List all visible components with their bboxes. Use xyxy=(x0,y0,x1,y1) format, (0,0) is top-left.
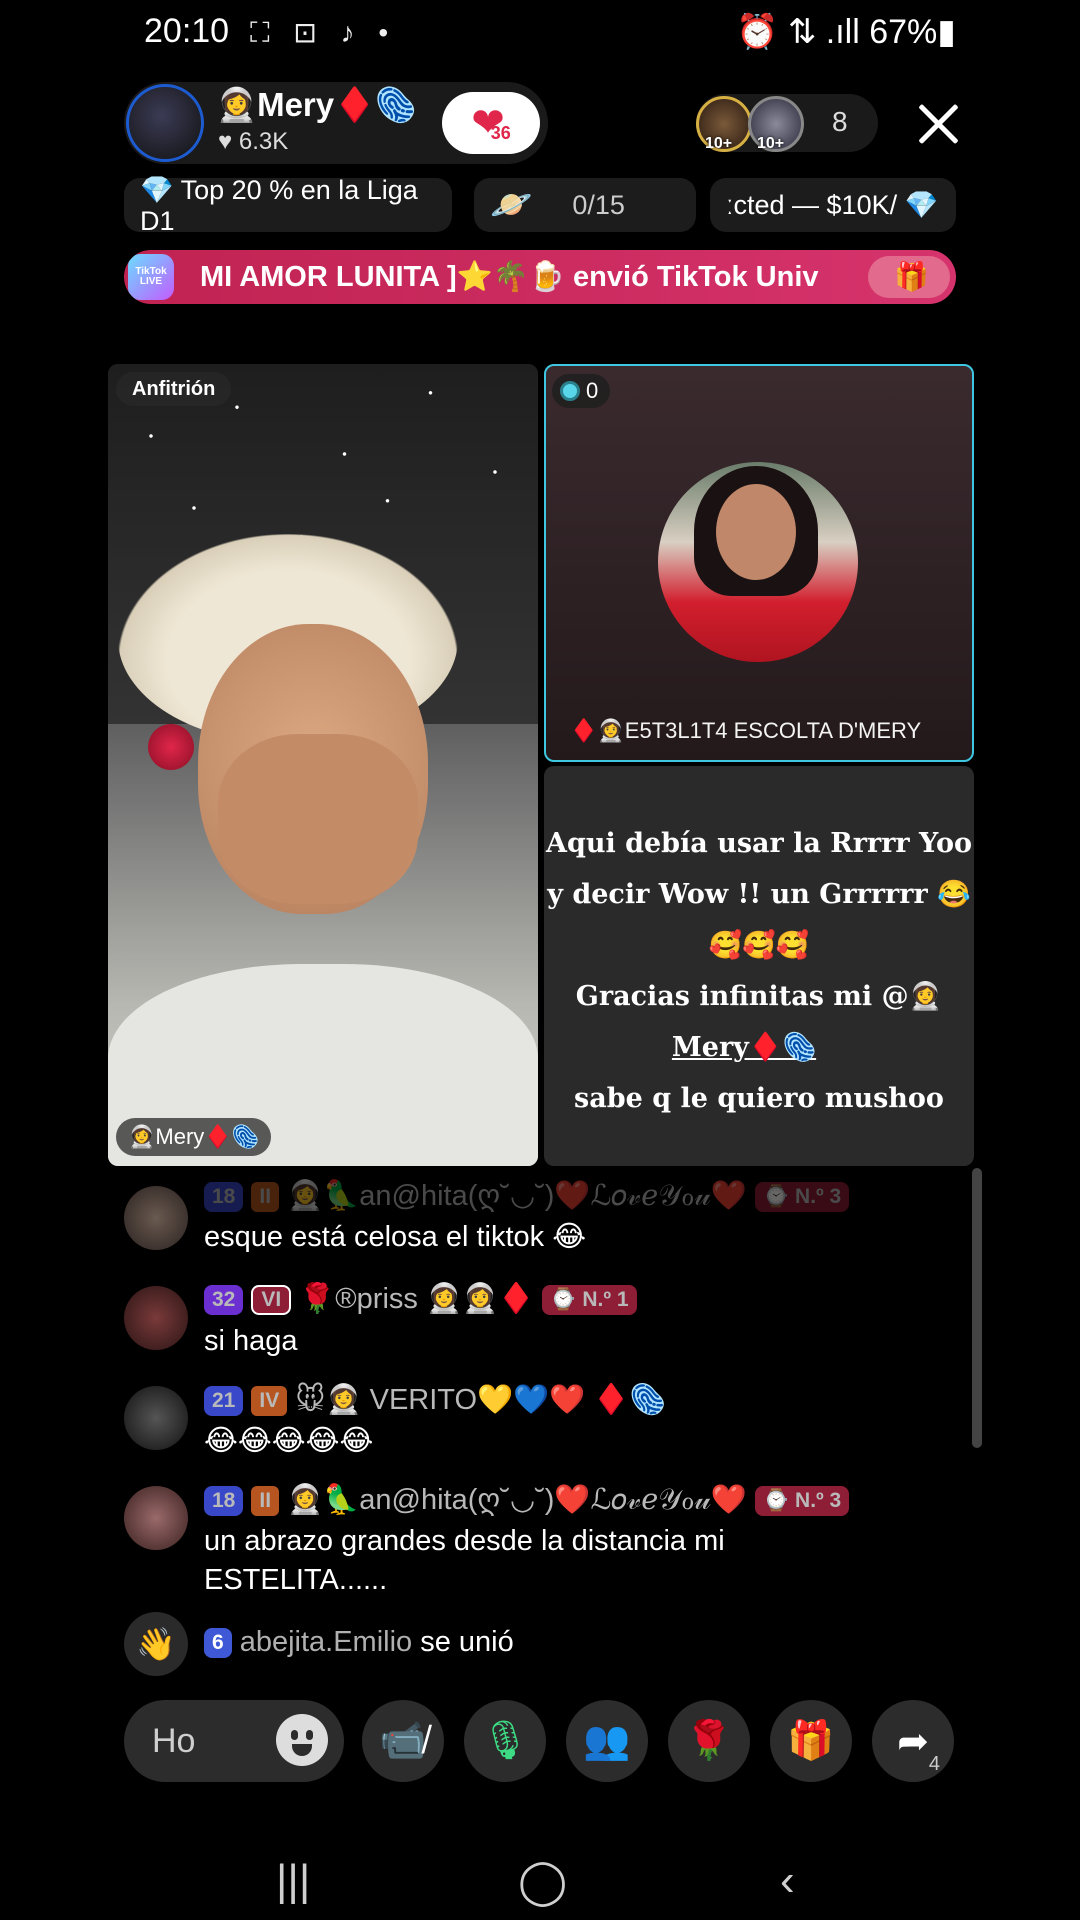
chat-avatar[interactable] xyxy=(124,1486,188,1550)
comment-input[interactable]: Ho xyxy=(124,1700,344,1782)
viewer-count[interactable]: 8 xyxy=(832,106,848,138)
join-text: 6 abejita.Emilio se unió xyxy=(204,1626,514,1659)
planet-progress: 0/15 xyxy=(572,189,625,220)
level-badge: 6 xyxy=(204,1628,232,1659)
level-badge: 18 xyxy=(204,1182,244,1213)
microphone-button[interactable]: 🎙 xyxy=(464,1700,546,1782)
recents-button[interactable]: ||| xyxy=(276,1856,310,1906)
host-avatar[interactable] xyxy=(126,84,204,162)
chat-scrollbar[interactable] xyxy=(972,1168,982,1448)
chat-meta: 21 IV 🐭👩‍🚀 VERITO💛💙❤️ ♦️🫆 xyxy=(204,1382,666,1417)
host-name-tag[interactable]: 👩‍🚀Mery♦️🫆 xyxy=(116,1118,272,1156)
level-badge: 18 xyxy=(204,1486,244,1517)
chat-text: esque está celosa el tiktok 😂 xyxy=(204,1221,587,1253)
system-status: ⏰ ⇅ .ıll 67%▮ xyxy=(736,13,956,51)
chat-meta: 18 II 👩‍🚀🦜an@hita(ღ˘◡˘)❤️ℒ𝑜𝓋ℯ𝒴ℴ𝓊❤️ ⌚ N.º 3 xyxy=(204,1482,857,1517)
tiktok-live-logo: TikTok LIVE xyxy=(128,254,174,300)
message-line: Gracias infinitas mi @👩‍🚀 xyxy=(575,981,943,1012)
guests-icon: 👥 xyxy=(583,1720,631,1762)
banner-gift-button[interactable]: 🎁 xyxy=(868,256,950,298)
chat-text: si haga xyxy=(204,1325,298,1357)
place-badge: ⌚ N.º 1 xyxy=(542,1285,637,1316)
top-viewer-avatar[interactable]: 10+ xyxy=(696,96,752,152)
guest-name[interactable]: ♦️👩‍🚀E5T3L1T4 ESCOLTA D'MERY xyxy=(570,718,921,744)
chat-text: un abrazo grandes desde la distancia mi … xyxy=(204,1525,725,1596)
rank-badge: IV xyxy=(251,1386,288,1417)
chat-username[interactable]: 🌹®priss 👩‍🚀👩‍🚀♦️ xyxy=(299,1283,534,1315)
share-button[interactable]: ➦ 4 xyxy=(872,1700,954,1782)
share-count: 4 xyxy=(928,1753,940,1775)
video-off-icon: 📹̸ xyxy=(379,1720,427,1762)
emoji-icon[interactable] xyxy=(276,1714,328,1766)
wave-icon: 👋 xyxy=(124,1612,188,1676)
banner-text: MI AMOR LUNITA ]⭐🌴🍺 envió TikTok Univ xyxy=(200,261,819,293)
host-video[interactable] xyxy=(108,364,538,1166)
message-line: Aqui debía usar la Rrrrr Yoo xyxy=(546,828,972,859)
chat-username[interactable]: 👩‍🚀🦜an@hita(ღ˘◡˘)❤️ℒ𝑜𝓋ℯ𝒴ℴ𝓊❤️ xyxy=(287,1180,747,1212)
chat-avatar[interactable] xyxy=(124,1386,188,1450)
guests-button[interactable]: 👥 xyxy=(566,1700,648,1782)
mic-icon: 🎙 xyxy=(480,1720,530,1762)
rank-badge: II xyxy=(251,1486,280,1517)
planet-icon: 🪐 xyxy=(490,186,533,224)
follow-heart-button[interactable]: ❤ 36 xyxy=(442,92,540,154)
level-badge: 32 xyxy=(204,1285,244,1316)
score-icon xyxy=(560,381,580,401)
clock: 20:10 xyxy=(144,12,230,50)
gift-icon: 🎁 xyxy=(894,261,929,292)
guest-score: 0 xyxy=(552,374,611,408)
league-rank-pill[interactable]: 💎 Top 20 % en la Liga D1 xyxy=(124,175,452,236)
flower xyxy=(148,724,194,770)
gift-icon: 🎁 xyxy=(787,1720,835,1762)
chat-meta: 32 VI 🌹®priss 👩‍🚀👩‍🚀♦️ ⌚ N.º 1 xyxy=(204,1282,645,1316)
level-badge: 21 xyxy=(204,1386,244,1417)
host-tag: Anfitrión xyxy=(116,372,232,406)
chat-username[interactable]: 🐭👩‍🚀 VERITO💛💙❤️ ♦️🫆 xyxy=(295,1384,665,1416)
rank-badge: VI xyxy=(251,1285,292,1316)
host-hand xyxy=(218,734,418,904)
planet-goal-pill[interactable]: 🪐 0/15 xyxy=(474,178,696,232)
back-button[interactable]: ‹ xyxy=(780,1856,795,1906)
message-mention[interactable]: Mery♦️🫆 xyxy=(544,1022,944,1073)
heart-count: 36 xyxy=(490,122,511,143)
place-badge: ⌚ N.º 3 xyxy=(755,1182,850,1213)
place-badge: ⌚ N.º 3 xyxy=(755,1486,850,1517)
message-line: y decir Wow !! un Grrrrrr 😂 xyxy=(547,879,971,910)
collection-goal-pill[interactable]: ːcted — $10K/ 💎 xyxy=(710,178,956,232)
chat-text: 😂😂😂😂😂 xyxy=(204,1425,374,1457)
rose-icon: 🌹 xyxy=(685,1720,733,1762)
message-line: sabe q le quiero mushoo xyxy=(574,1083,944,1114)
gift-button[interactable]: 🎁 xyxy=(770,1700,852,1782)
close-icon[interactable] xyxy=(914,100,962,148)
comment-placeholder: Ho xyxy=(152,1722,196,1760)
chat-avatar[interactable] xyxy=(124,1286,188,1350)
camera-off-button[interactable]: 📹̸ xyxy=(362,1700,444,1782)
guest-face xyxy=(716,484,796,580)
notification-icons: ⛶ ⊡ ♪ • xyxy=(250,17,397,48)
join-action: se unió xyxy=(420,1626,514,1658)
chat-username[interactable]: 👩‍🚀🦜an@hita(ღ˘◡˘)❤️ℒ𝑜𝓋ℯ𝒴ℴ𝓊❤️ xyxy=(287,1484,747,1516)
rank-badge: II xyxy=(251,1182,280,1213)
gift-banner[interactable]: TikTok LIVE MI AMOR LUNITA ]⭐🌴🍺 envió Ti… xyxy=(124,250,956,304)
rose-gift-button[interactable]: 🌹 xyxy=(668,1700,750,1782)
status-bar: 20:10 ⛶ ⊡ ♪ • ⏰ ⇅ .ıll 67%▮ xyxy=(0,0,1080,68)
chat-meta: 18 II 👩‍🚀🦜an@hita(ღ˘◡˘)❤️ℒ𝑜𝓋ℯ𝒴ℴ𝓊❤️ ⌚ N.º 3 xyxy=(204,1178,857,1213)
guest-avatar[interactable] xyxy=(658,462,858,662)
share-icon: ➦ xyxy=(897,1720,929,1763)
chat-avatar[interactable] xyxy=(124,1186,188,1250)
join-username[interactable]: abejita.Emilio xyxy=(240,1626,412,1658)
message-line: 🥰🥰🥰 xyxy=(708,930,810,961)
host-likes: ♥ 6.3K xyxy=(218,128,289,155)
host-name[interactable]: 👩‍🚀Mery♦️🫆 xyxy=(216,86,416,125)
home-button[interactable]: ◯ xyxy=(518,1856,567,1907)
top-viewer-avatar[interactable]: 10+ xyxy=(748,96,804,152)
